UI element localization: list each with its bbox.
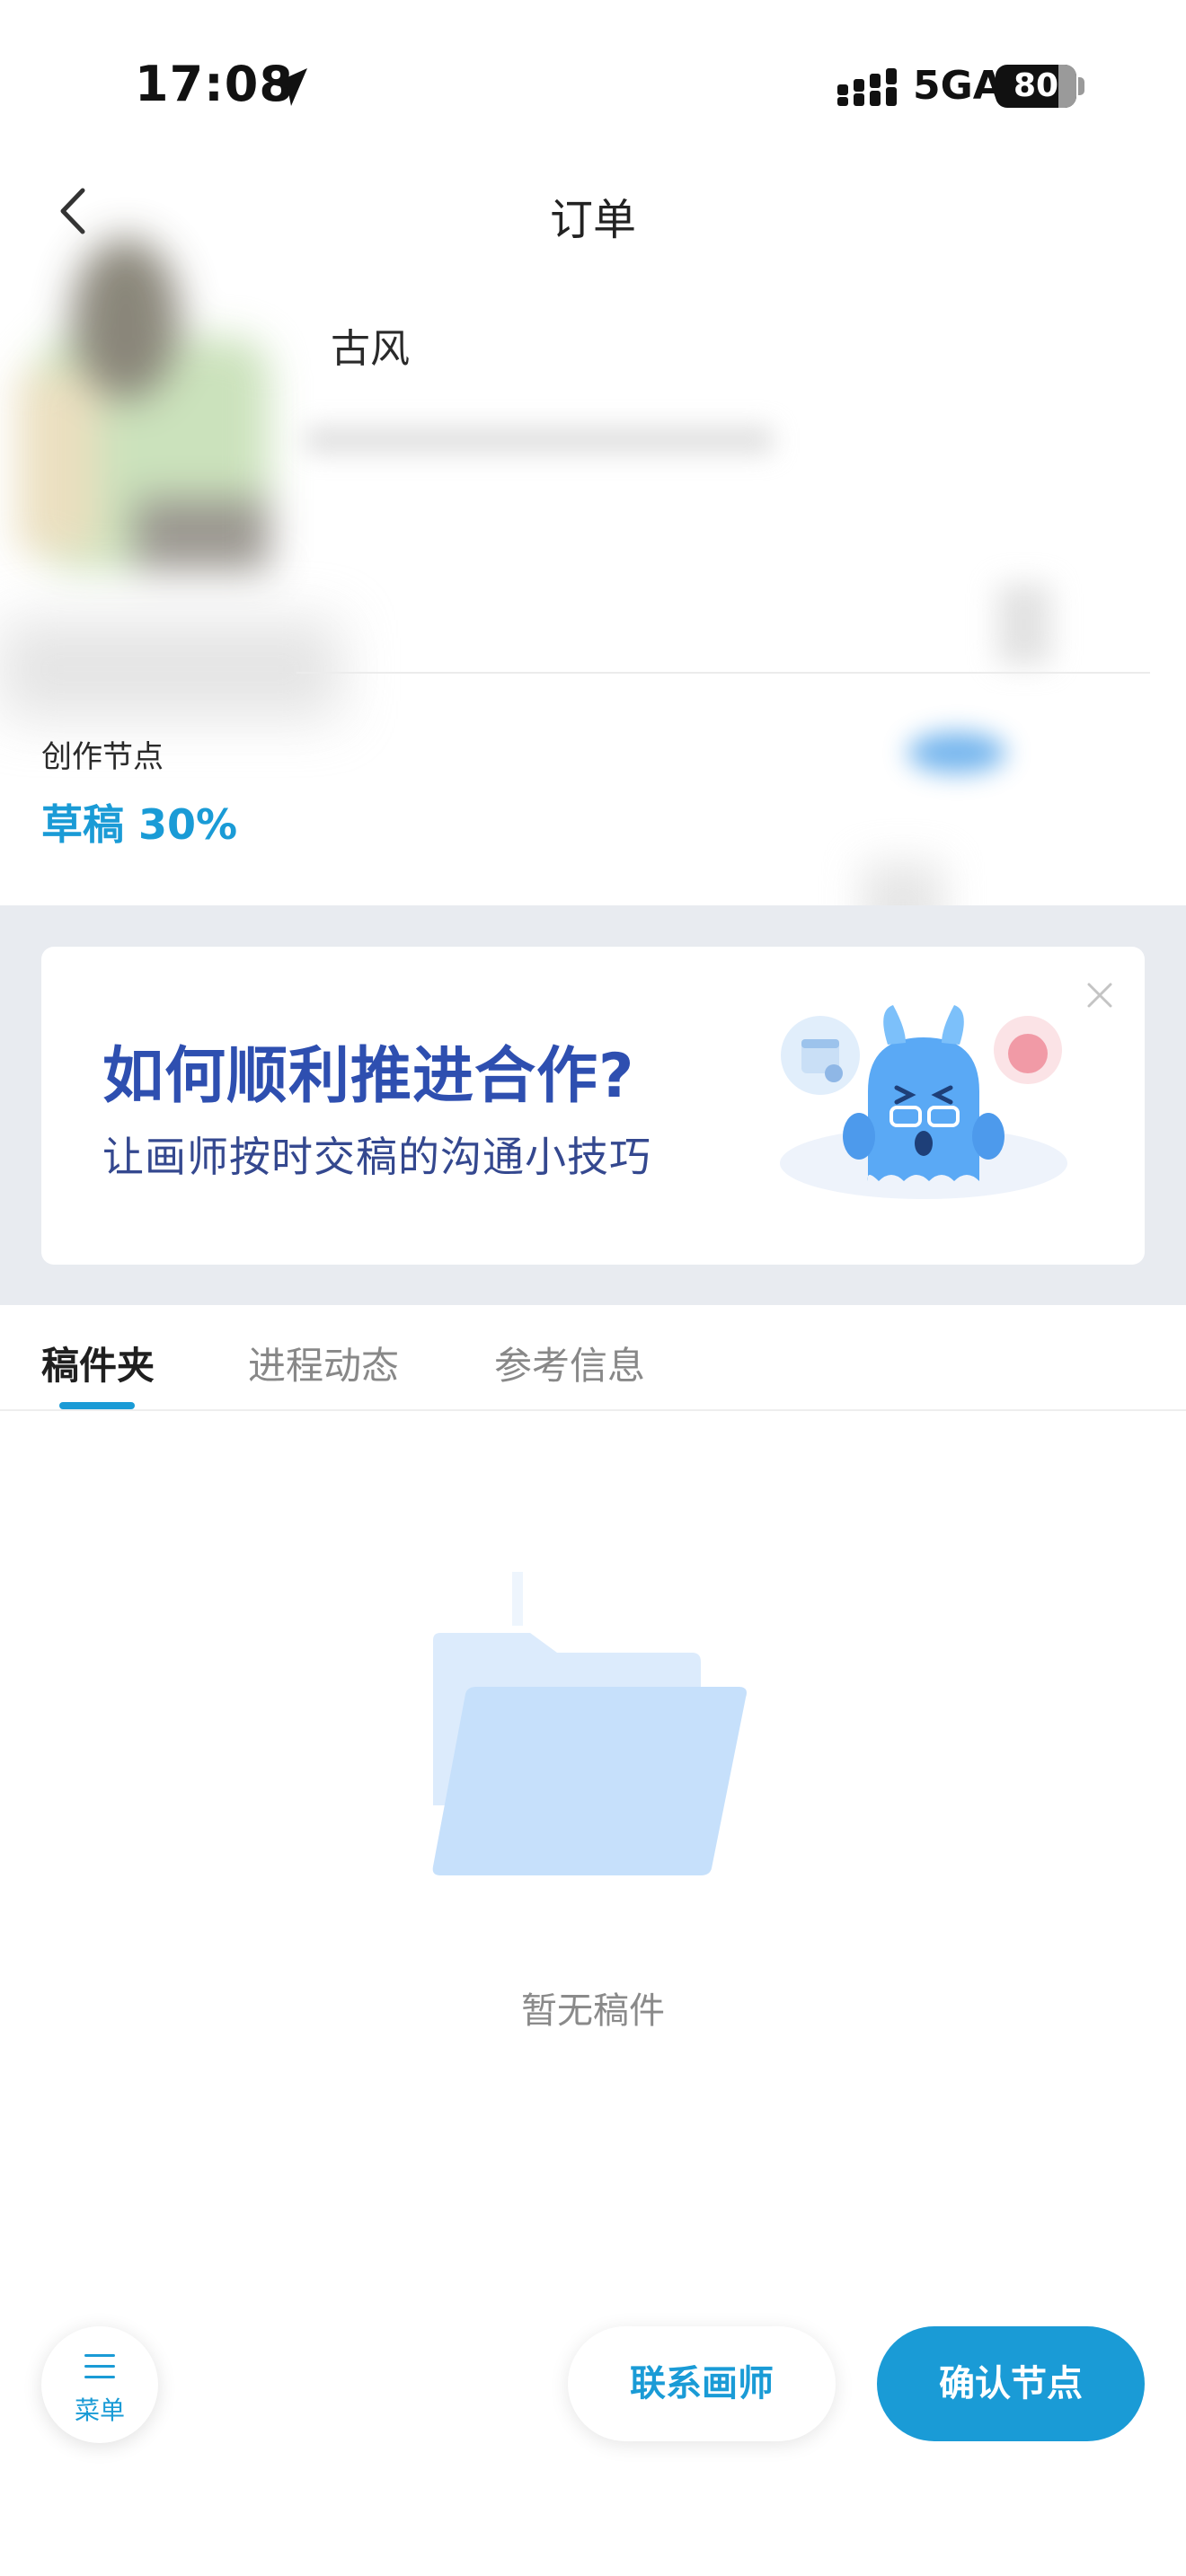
blurred-area (997, 584, 1051, 665)
divider (296, 672, 1150, 674)
empty-state-text: 暂无稿件 (521, 1990, 665, 2032)
tab-drafts[interactable]: 稿件夹 (41, 1336, 155, 1390)
contact-artist-button[interactable]: 联系画师 (568, 2326, 836, 2441)
status-bar: 17:08 5GA 80 (0, 0, 1186, 153)
home-indicator (386, 2542, 800, 2554)
battery-level: 80 (1013, 67, 1059, 104)
blurred-text (305, 427, 773, 454)
battery-cap (1078, 77, 1084, 95)
menu-button[interactable]: 菜单 (41, 2326, 158, 2443)
battery-empty (1058, 65, 1076, 108)
order-title: 古风 (331, 326, 410, 372)
blurred-area (907, 732, 1006, 773)
confirm-node-button[interactable]: 确认节点 (877, 2326, 1145, 2441)
blurred-area (0, 620, 341, 719)
close-icon[interactable] (1080, 975, 1120, 1015)
order-page: 17:08 5GA 80 订单 古风 创作节点 草稿 30% 如何顺利推进合作?… (0, 0, 1186, 2576)
mascot-illustration-icon (780, 1005, 1067, 1199)
folder-icon (432, 1572, 747, 1875)
node-label: 创作节点 (41, 739, 164, 775)
menu-label: 菜单 (74, 2395, 125, 2425)
battery-icon: 80 (996, 65, 1076, 108)
banner-subtitle: 让画师按时交稿的沟通小技巧 (102, 1133, 651, 1181)
network-label: 5GA (913, 63, 1004, 109)
node-value: 草稿 30% (41, 800, 238, 849)
location-arrow-icon (271, 68, 307, 106)
tab-reference[interactable]: 参考信息 (494, 1336, 645, 1390)
banner-title: 如何顺利推进合作? (102, 1041, 635, 1112)
menu-icon (84, 2354, 115, 2378)
tab-progress[interactable]: 进程动态 (248, 1336, 399, 1390)
signal-icon (837, 68, 897, 106)
active-tab-indicator (59, 1402, 135, 1409)
order-thumbnail[interactable] (18, 229, 279, 624)
